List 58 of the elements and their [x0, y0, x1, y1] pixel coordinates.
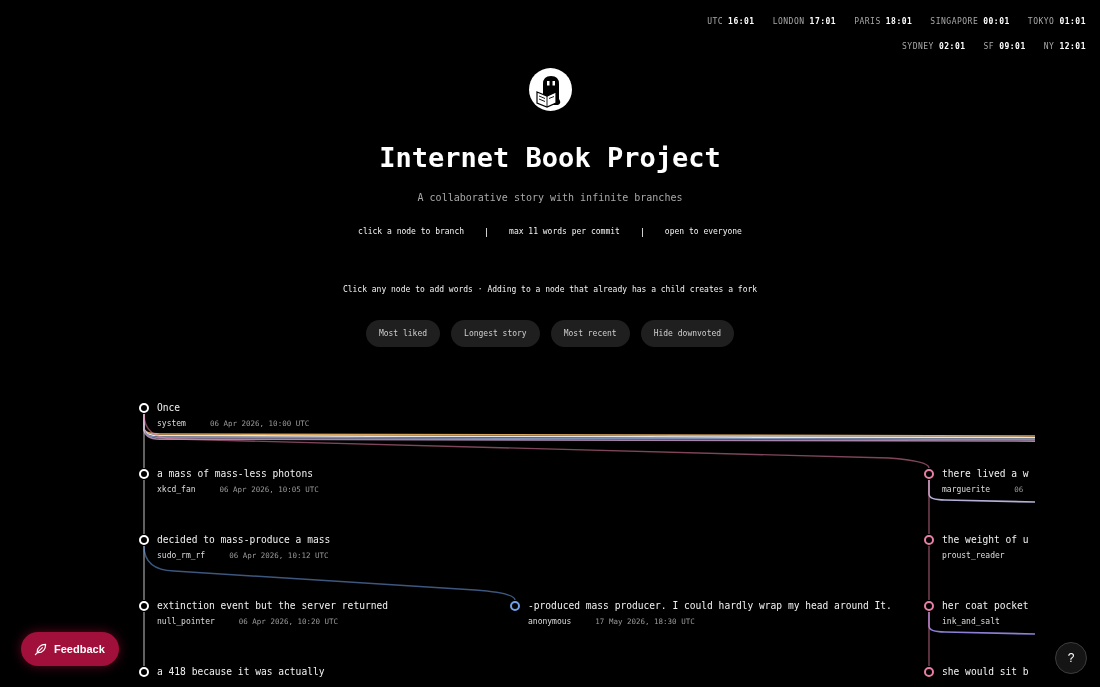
node-ring-icon[interactable]: [924, 469, 934, 479]
clock-city: PARIS: [854, 17, 881, 27]
node-text[interactable]: the weight of u: [942, 533, 1029, 547]
feather-icon: [34, 642, 47, 656]
branch-line: [928, 611, 930, 667]
filter-button[interactable]: Most recent: [550, 320, 630, 347]
branch-line: [143, 479, 145, 535]
node-text[interactable]: Once: [157, 401, 181, 415]
rule-text: max 11 words per commit: [509, 226, 620, 238]
author-name: anonymous: [528, 616, 572, 628]
rule-text: click a node to branch: [358, 226, 465, 238]
clock-city: NY: [1043, 42, 1055, 52]
node-text[interactable]: -produced mass producer. I could hardly wrap my head around It.: [528, 599, 892, 613]
node-ring-icon[interactable]: [924, 667, 934, 677]
node-ring-icon[interactable]: [924, 601, 934, 611]
clock-time: 09:01: [999, 42, 1026, 52]
clock-time: 00:01: [983, 17, 1010, 27]
author-name: xkcd_fan: [157, 484, 196, 496]
node-text[interactable]: extinction event but the server returned: [157, 599, 389, 613]
feedback-button[interactable]: Feedback: [21, 632, 119, 666]
node-text[interactable]: she would sit b: [942, 665, 1029, 679]
clock-city: SINGAPORE: [930, 17, 979, 27]
author-name: proust_reader: [942, 550, 1005, 562]
rule-text: open to everyone: [664, 226, 742, 238]
node-text[interactable]: a mass of mass-less photons: [157, 467, 313, 481]
author-name: sudo_rm_rf: [157, 550, 206, 562]
clock-time: 17:01: [809, 17, 837, 27]
hint-text: Click any node to add words · Adding to a node that already has a child creates a fork: [342, 284, 758, 296]
node-ring-icon[interactable]: [510, 601, 520, 611]
help-button[interactable]: ?: [1055, 642, 1087, 674]
author-name: marguerite: [942, 484, 991, 496]
branch-line: [928, 479, 930, 535]
node-text[interactable]: a 418 because it was actually: [157, 665, 325, 679]
clock-city: LONDON: [772, 17, 805, 27]
author-name: system: [157, 418, 186, 430]
ghost-reading-book-icon: [528, 68, 572, 111]
clock-city: SYDNEY: [902, 42, 934, 52]
clock-city: UTC: [707, 17, 724, 27]
site-title: Internet Book Project: [379, 141, 721, 175]
clock-time: 01:01: [1059, 17, 1086, 27]
branch-line: [928, 545, 930, 601]
clock-time: 18:01: [885, 17, 913, 27]
filter-button[interactable]: Longest story: [451, 320, 540, 347]
author-name: ink_and_salt: [942, 616, 1000, 628]
author-name: null_pointer: [157, 616, 215, 628]
branch-line: [143, 611, 145, 667]
node-text[interactable]: decided to mass-produce a mass: [157, 533, 331, 547]
clock-city: SF: [983, 42, 995, 52]
clock-time: 12:01: [1059, 42, 1086, 52]
clock-city: TOKYO: [1027, 17, 1055, 27]
clock-time: 16:01: [728, 17, 755, 27]
clock-time: 02:01: [938, 42, 966, 52]
node-text[interactable]: there lived a w: [942, 467, 1029, 481]
node-ring-icon[interactable]: [924, 535, 934, 545]
node-text[interactable]: her coat pocket: [942, 599, 1029, 613]
filter-button[interactable]: Hide downvoted: [640, 320, 735, 347]
site-subtitle: A collaborative story with infinite branches: [417, 191, 683, 205]
filter-button[interactable]: Most liked: [365, 320, 441, 347]
